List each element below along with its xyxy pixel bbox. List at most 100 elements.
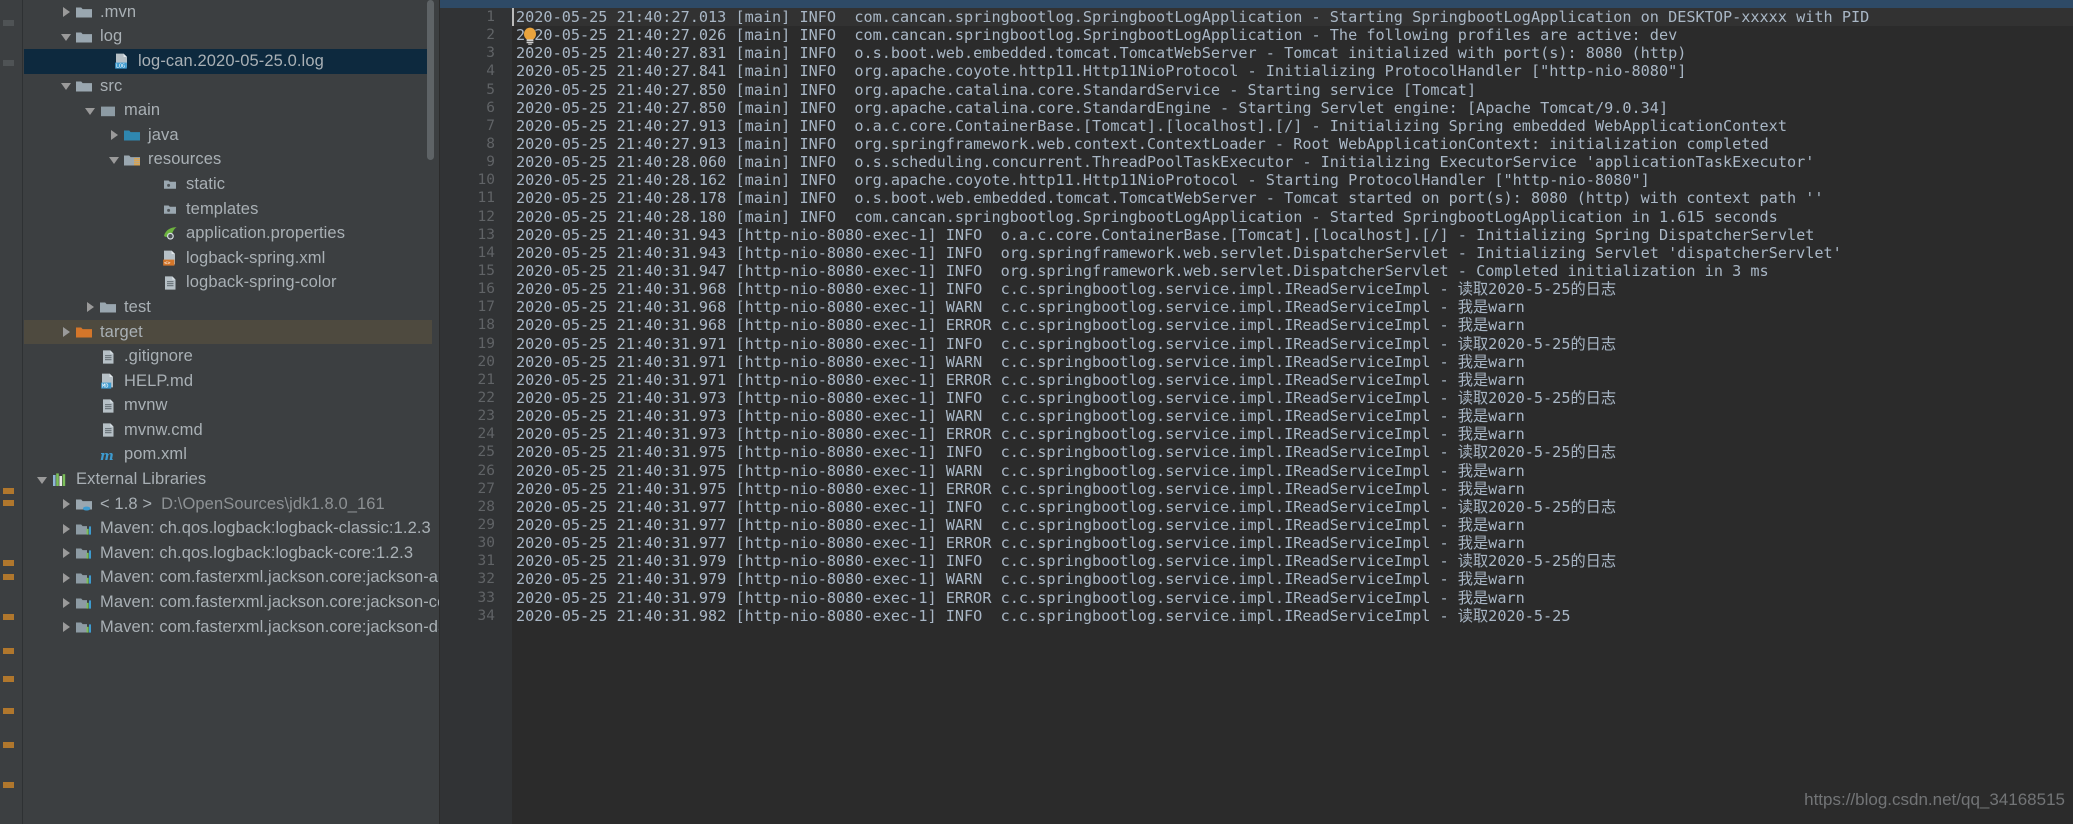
line-number[interactable]: 31: [440, 552, 507, 570]
log-line[interactable]: 2020-05-25 21:40:27.913 [main] INFO org.…: [512, 135, 2073, 153]
line-number[interactable]: 26: [440, 462, 507, 480]
line-number[interactable]: 15: [440, 262, 507, 280]
line-number[interactable]: 33: [440, 589, 507, 607]
line-number[interactable]: 21: [440, 371, 507, 389]
line-number[interactable]: 24: [440, 425, 507, 443]
chevron-down-icon[interactable]: [60, 79, 74, 93]
log-line[interactable]: 2020-05-25 21:40:31.973 [http-nio-8080-e…: [512, 389, 2073, 407]
tree-node-maven-ch-qos-logback-logback-core-1-2-3[interactable]: Maven: ch.qos.logback:logback-core:1.2.3: [24, 541, 432, 566]
line-number[interactable]: 1: [440, 8, 507, 26]
chevron-right-icon[interactable]: [60, 522, 74, 536]
log-line[interactable]: 2020-05-25 21:40:31.982 [http-nio-8080-e…: [512, 607, 2073, 625]
tree-node-resources[interactable]: resources: [24, 148, 432, 173]
line-number[interactable]: 32: [440, 570, 507, 588]
log-line[interactable]: 2020-05-25 21:40:31.973 [http-nio-8080-e…: [512, 407, 2073, 425]
tree-node-logback-spring-xml[interactable]: <> logback-spring.xml: [24, 246, 432, 271]
line-number[interactable]: 17: [440, 298, 507, 316]
tree-node-external-libraries[interactable]: External Libraries: [24, 467, 432, 492]
tree-node-target[interactable]: target: [24, 319, 432, 345]
line-number[interactable]: 3: [440, 44, 507, 62]
log-line[interactable]: 2020-05-25 21:40:31.968 [http-nio-8080-e…: [512, 280, 2073, 298]
chevron-right-icon[interactable]: [60, 596, 74, 610]
tree-node-gitignore[interactable]: .gitignore: [24, 344, 432, 369]
chevron-right-icon[interactable]: [60, 5, 74, 19]
line-number[interactable]: 14: [440, 244, 507, 262]
chevron-right-icon[interactable]: [60, 497, 74, 511]
line-number[interactable]: 19: [440, 335, 507, 353]
log-line[interactable]: 2020-05-25 21:40:31.975 [http-nio-8080-e…: [512, 480, 2073, 498]
tree-node-log-can-2020-05-25-0-log[interactable]: LOG log-can.2020-05-25.0.log: [24, 49, 432, 74]
tree-node-test[interactable]: test: [24, 295, 432, 320]
chevron-right-icon[interactable]: [60, 325, 74, 339]
log-line[interactable]: 2020-05-25 21:40:27.913 [main] INFO o.a.…: [512, 117, 2073, 135]
log-line[interactable]: 2020-05-25 21:40:31.975 [http-nio-8080-e…: [512, 443, 2073, 461]
tree-node-java[interactable]: java: [24, 123, 432, 148]
tree-node-main[interactable]: main: [24, 98, 432, 123]
line-number[interactable]: 5: [440, 81, 507, 99]
log-line[interactable]: 2020-05-25 21:40:31.971 [http-nio-8080-e…: [512, 335, 2073, 353]
line-number[interactable]: 12: [440, 208, 507, 226]
project-tool-window[interactable]: .mvn log LOG log-can.2020-05-25.0.log src mai…: [0, 0, 440, 824]
log-line[interactable]: 2020-05-25 21:40:31.977 [http-nio-8080-e…: [512, 534, 2073, 552]
chevron-right-icon[interactable]: [60, 571, 74, 585]
tree-node-log[interactable]: log: [24, 25, 432, 50]
log-line[interactable]: 2020-05-25 21:40:27.831 [main] INFO o.s.…: [512, 44, 2073, 62]
tree-node-maven-com-fasterxml-jackson-core-jackson-core-2-9-9[interactable]: Maven: com.fasterxml.jackson.core:jackso…: [24, 590, 440, 615]
log-line[interactable]: 2020-05-25 21:40:31.947 [http-nio-8080-e…: [512, 262, 2073, 280]
tree-node-help-md[interactable]: MD HELP.md: [24, 369, 432, 394]
line-number[interactable]: 22: [440, 389, 507, 407]
log-line[interactable]: 2020-05-25 21:40:28.178 [main] INFO o.s.…: [512, 189, 2073, 207]
line-number[interactable]: 18: [440, 316, 507, 334]
log-line[interactable]: 2020-05-25 21:40:31.979 [http-nio-8080-e…: [512, 589, 2073, 607]
log-line[interactable]: 2020-05-25 21:40:31.979 [http-nio-8080-e…: [512, 570, 2073, 588]
tree-node-static[interactable]: static: [24, 172, 432, 197]
chevron-down-icon[interactable]: [60, 30, 74, 44]
tree-node-src[interactable]: src: [24, 74, 432, 99]
line-number[interactable]: 11: [440, 189, 507, 207]
tree-node-templates[interactable]: templates: [24, 197, 432, 222]
log-line[interactable]: 2020-05-25 21:40:31.971 [http-nio-8080-e…: [512, 353, 2073, 371]
tree-node-mvnw-cmd[interactable]: mvnw.cmd: [24, 418, 432, 443]
line-number[interactable]: 6: [440, 99, 507, 117]
tree-node-logback-spring-color[interactable]: logback-spring-color: [24, 271, 432, 296]
chevron-down-icon[interactable]: [36, 473, 50, 487]
tree-node-1-8[interactable]: < 1.8 > D:\OpenSources\jdk1.8.0_161: [24, 492, 432, 517]
line-number[interactable]: 7: [440, 117, 507, 135]
chevron-right-icon[interactable]: [108, 128, 122, 142]
log-line[interactable]: 2020-05-25 21:40:31.943 [http-nio-8080-e…: [512, 226, 2073, 244]
chevron-right-icon[interactable]: [60, 546, 74, 560]
project-tree[interactable]: .mvn log LOG log-can.2020-05-25.0.log src mai…: [24, 0, 440, 640]
line-number[interactable]: 4: [440, 62, 507, 80]
log-line[interactable]: 2020-05-25 21:40:31.943 [http-nio-8080-e…: [512, 244, 2073, 262]
line-number-gutter[interactable]: 1 2 3 4 5 6 7 8 9 10 11 12 13 14 15 16 17 18 19 20 21 22 23 24 2…: [440, 8, 507, 824]
line-number[interactable]: 34: [440, 607, 507, 625]
line-number[interactable]: 2: [440, 26, 507, 44]
tree-node-maven-ch-qos-logback-logback-classic-1-2-3[interactable]: Maven: ch.qos.logback:logback-classic:1.…: [24, 516, 432, 541]
tree-node-maven-com-fasterxml-jackson-core-jackson-databind-2-9-9-3[interactable]: Maven: com.fasterxml.jackson.core:jackso…: [24, 615, 440, 640]
tree-node-mvnw[interactable]: mvnw: [24, 394, 432, 419]
line-number[interactable]: 28: [440, 498, 507, 516]
log-content[interactable]: 2020-05-25 21:40:27.013 [main] INFO com.…: [512, 8, 2073, 824]
editor-tab-strip[interactable]: [440, 0, 2073, 8]
tree-node-mvn[interactable]: .mvn: [24, 0, 432, 25]
log-line[interactable]: 2020-05-25 21:40:31.971 [http-nio-8080-e…: [512, 371, 2073, 389]
line-number[interactable]: 8: [440, 135, 507, 153]
line-number[interactable]: 20: [440, 353, 507, 371]
log-line[interactable]: 2020-05-25 21:40:31.968 [http-nio-8080-e…: [512, 298, 2073, 316]
log-line[interactable]: 2020-05-25 21:40:31.977 [http-nio-8080-e…: [512, 516, 2073, 534]
line-number[interactable]: 25: [440, 443, 507, 461]
editor-pane[interactable]: 1 2 3 4 5 6 7 8 9 10 11 12 13 14 15 16 17 18 19 20 21 22 23 24 2…: [440, 0, 2073, 824]
tree-node-pom-xml[interactable]: m pom.xml: [24, 443, 432, 468]
log-line[interactable]: 2020-05-25 21:40:27.013 [main] INFO com.…: [512, 8, 2073, 27]
chevron-right-icon[interactable]: [60, 620, 74, 634]
chevron-right-icon[interactable]: [84, 300, 98, 314]
line-number[interactable]: 13: [440, 226, 507, 244]
tree-node-maven-com-fasterxml-jackson-core-jackson-annotations-2-9-0[interactable]: Maven: com.fasterxml.jackson.core:jackso…: [24, 566, 440, 591]
chevron-down-icon[interactable]: [108, 153, 122, 167]
log-line[interactable]: 2020-05-25 21:40:31.968 [http-nio-8080-e…: [512, 316, 2073, 334]
line-number[interactable]: 27: [440, 480, 507, 498]
log-line[interactable]: 2020-05-25 21:40:31.973 [http-nio-8080-e…: [512, 425, 2073, 443]
log-line[interactable]: 2020-05-25 21:40:27.850 [main] INFO org.…: [512, 99, 2073, 117]
line-number[interactable]: 9: [440, 153, 507, 171]
log-line[interactable]: 2020-05-25 21:40:28.060 [main] INFO o.s.…: [512, 153, 2073, 171]
